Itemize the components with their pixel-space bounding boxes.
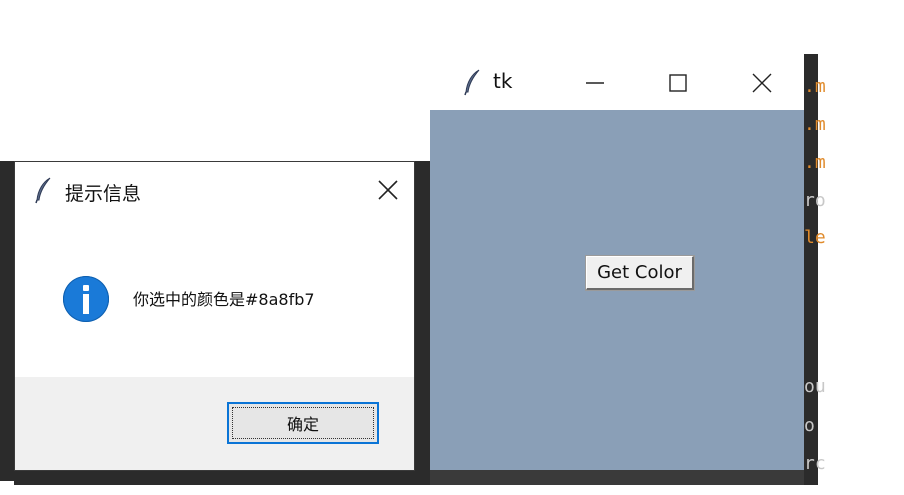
editor-under-strip xyxy=(14,471,430,485)
code-fragment: le xyxy=(804,227,826,248)
code-fragment: ou xyxy=(804,376,826,397)
minimize-icon[interactable] xyxy=(580,68,610,98)
dialog-title: 提示信息 xyxy=(65,183,142,205)
code-fragment: .m xyxy=(804,114,826,135)
get-color-button[interactable]: Get Color xyxy=(585,255,695,291)
code-fragment: ro xyxy=(804,190,826,211)
code-fragment: .m xyxy=(804,76,826,97)
dialog-message: 你选中的颜色是#8a8fb7 xyxy=(133,290,315,309)
code-fragment: o xyxy=(804,415,815,436)
editor-left-strip xyxy=(0,161,14,481)
feather-icon xyxy=(33,176,55,204)
ok-button-label: 确定 xyxy=(286,415,319,434)
info-dialog: 提示信息 你选中的颜色是#8a8fb7 确定 xyxy=(14,161,415,471)
close-icon[interactable] xyxy=(374,176,402,204)
info-icon xyxy=(63,276,109,322)
close-icon[interactable] xyxy=(747,68,777,98)
code-fragment: rc xyxy=(804,453,826,474)
feather-icon xyxy=(462,68,484,96)
tk-title: tk xyxy=(493,69,513,93)
code-fragment: .m xyxy=(804,152,826,173)
dialog-titlebar[interactable]: 提示信息 xyxy=(15,162,414,220)
maximize-icon[interactable] xyxy=(663,68,693,98)
tk-titlebar[interactable]: tk xyxy=(430,54,804,110)
editor-middle-strip xyxy=(415,161,430,485)
tk-window: tk Get Color xyxy=(430,54,804,470)
get-color-label: Get Color xyxy=(597,262,682,283)
ok-button[interactable]: 确定 xyxy=(227,402,379,444)
